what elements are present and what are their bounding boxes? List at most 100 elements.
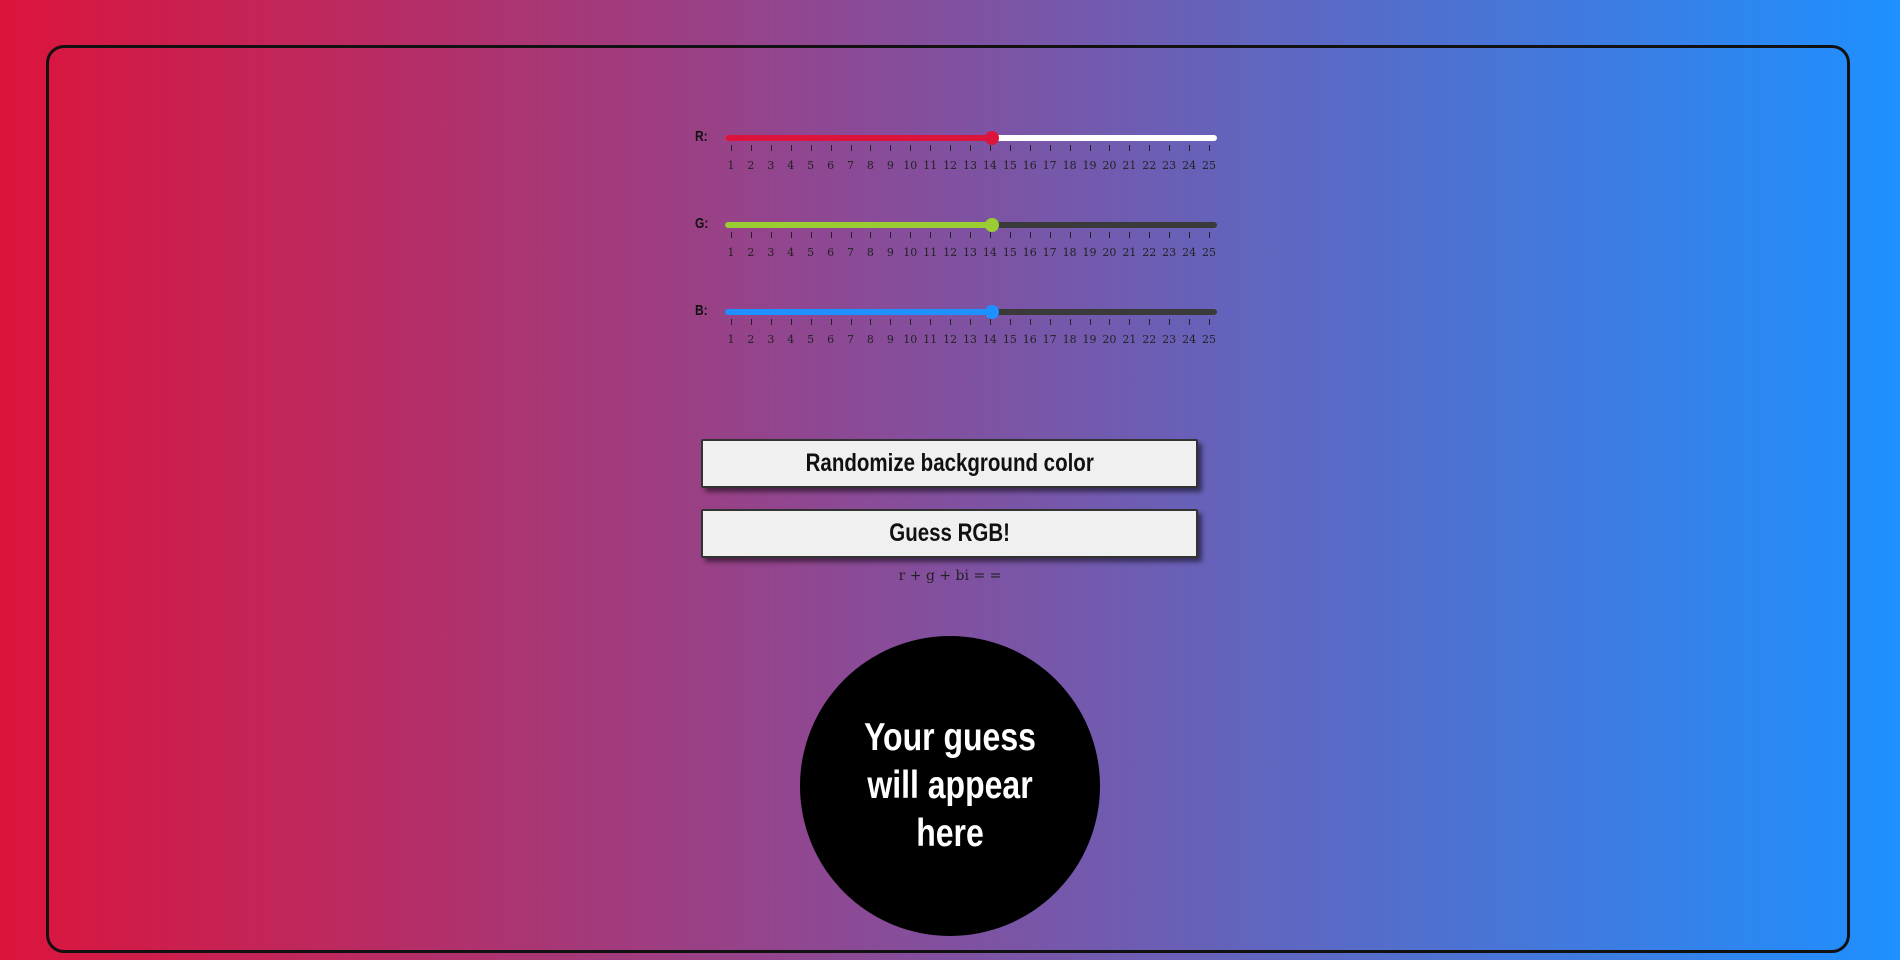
slider-thumb-r[interactable] — [984, 131, 999, 145]
slider-track-g[interactable] — [725, 218, 1217, 232]
slider-tick — [1129, 319, 1131, 325]
slider-tick — [970, 145, 971, 151]
slider-tick-label: 24 — [1182, 246, 1197, 259]
slider-tick — [1129, 232, 1131, 238]
slider-thumb-g[interactable] — [984, 218, 999, 232]
slider-tick-label: 14 — [982, 246, 997, 259]
slider-tick — [1189, 232, 1191, 238]
slider-tick — [1109, 145, 1111, 151]
slider-tick — [1049, 319, 1051, 325]
guess-preview-message: Your guess will appear here — [864, 716, 1036, 855]
slider-tick-label: 22 — [1142, 159, 1157, 172]
slider-tick-label: 4 — [787, 246, 795, 259]
slider-track-r[interactable] — [725, 131, 1217, 145]
slider-tick — [1089, 145, 1091, 151]
slider-tick-label: 16 — [1022, 333, 1037, 346]
slider-tick-label: 23 — [1162, 159, 1177, 172]
slider-tick-label: 15 — [1002, 159, 1017, 172]
slider-tick — [1149, 145, 1151, 151]
slider-tick-label: 19 — [1082, 246, 1097, 259]
slider-tick — [870, 145, 872, 151]
slider-label-b: B: — [695, 302, 708, 319]
slider-tick-label: 4 — [787, 159, 795, 172]
slider-tick — [930, 232, 932, 238]
guess-button-label: Guess RGB! — [889, 519, 1010, 547]
slider-tick — [1169, 232, 1171, 238]
slider-tick-label: 10 — [903, 246, 918, 259]
slider-tick-label: 14 — [982, 159, 997, 172]
slider-row-g: G: 1 2 3 4 5 6 7 8 9 10 11 12 13 14 15 16 17 18 19 20 21 22 23… — [695, 215, 1225, 295]
slider-tick-label: 3 — [767, 333, 775, 346]
slider-tick — [950, 319, 952, 325]
slider-tick — [770, 145, 772, 151]
slider-fill-b — [725, 309, 992, 315]
slider-tick — [1009, 319, 1011, 325]
slider-tick — [1029, 319, 1031, 325]
slider-tick-label: 4 — [787, 333, 795, 346]
slider-tick — [870, 319, 872, 325]
slider-tick-label: 7 — [847, 246, 854, 259]
slider-tick-label: 20 — [1102, 159, 1117, 172]
slider-tick-label: 9 — [886, 246, 894, 259]
slider-ticks-g — [731, 232, 1210, 240]
slider-tick-label: 25 — [1202, 159, 1216, 172]
slider-thumb-b[interactable] — [984, 305, 999, 319]
slider-tick-label: 1 — [727, 333, 735, 346]
slider-ticks-b — [731, 319, 1210, 327]
slider-tick-label: 11 — [923, 159, 938, 172]
slider-tick — [731, 232, 732, 238]
slider-track-b[interactable] — [725, 305, 1217, 319]
guess-rgb-button[interactable]: Guess RGB! — [701, 509, 1198, 558]
slider-tick-label: 8 — [866, 246, 874, 259]
slider-tick-label: 5 — [807, 333, 815, 346]
slider-tick — [1109, 319, 1111, 325]
slider-tick — [1109, 232, 1111, 238]
slider-tick-label: 14 — [982, 333, 997, 346]
slider-tick — [1149, 232, 1151, 238]
slider-tick — [1209, 319, 1210, 325]
slider-tick — [850, 319, 852, 325]
slider-tick-label: 17 — [1042, 333, 1057, 346]
slider-tick — [1029, 145, 1031, 151]
slider-tick-label: 13 — [963, 246, 977, 259]
slider-tick-label: 13 — [963, 333, 977, 346]
slider-tick — [1149, 319, 1151, 325]
slider-tick-label: 13 — [963, 159, 977, 172]
slider-tick-label: 6 — [827, 246, 835, 259]
slider-tick — [810, 319, 812, 325]
slider-tick — [790, 145, 792, 151]
slider-tick — [750, 232, 752, 238]
slider-tick-label: 17 — [1042, 246, 1057, 259]
slider-tick-label: 18 — [1062, 333, 1077, 346]
slider-tick — [1069, 145, 1071, 151]
slider-tick — [970, 319, 971, 325]
slider-tick-labels-g: 1 2 3 4 5 6 7 8 9 10 11 12 13 14 15 16 17 18 19 20 21 22 23 24 2… — [728, 246, 1217, 262]
slider-tick-label: 7 — [847, 333, 854, 346]
slider-tick — [750, 319, 752, 325]
slider-tick-label: 12 — [943, 246, 958, 259]
slider-tick — [970, 232, 971, 238]
slider-tick — [1069, 232, 1071, 238]
slider-tick-label: 2 — [747, 333, 755, 346]
slider-tick — [1209, 232, 1210, 238]
slider-tick-label: 7 — [847, 159, 854, 172]
slider-tick — [910, 232, 912, 238]
slider-tick — [870, 232, 872, 238]
slider-tick — [950, 232, 952, 238]
slider-tick-label: 16 — [1022, 246, 1037, 259]
slider-tick-label: 25 — [1202, 246, 1216, 259]
slider-tick — [989, 319, 991, 325]
slider-tick-label: 11 — [923, 333, 938, 346]
slider-tick-label: 21 — [1122, 159, 1137, 172]
slider-tick-label: 18 — [1062, 246, 1077, 259]
slider-tick-label: 15 — [1002, 246, 1017, 259]
slider-tick — [1129, 145, 1131, 151]
slider-tick-label: 22 — [1142, 333, 1157, 346]
slider-tick-labels-b: 1 2 3 4 5 6 7 8 9 10 11 12 13 14 15 16 17 18 19 20 21 22 23 24 2… — [727, 333, 1217, 349]
slider-tick — [890, 232, 892, 238]
slider-tick-label: 1 — [727, 159, 735, 172]
slider-tick — [850, 145, 852, 151]
slider-tick-label: 24 — [1182, 159, 1197, 172]
slider-tick — [890, 145, 892, 151]
randomize-background-button[interactable]: Randomize background color — [701, 439, 1198, 488]
